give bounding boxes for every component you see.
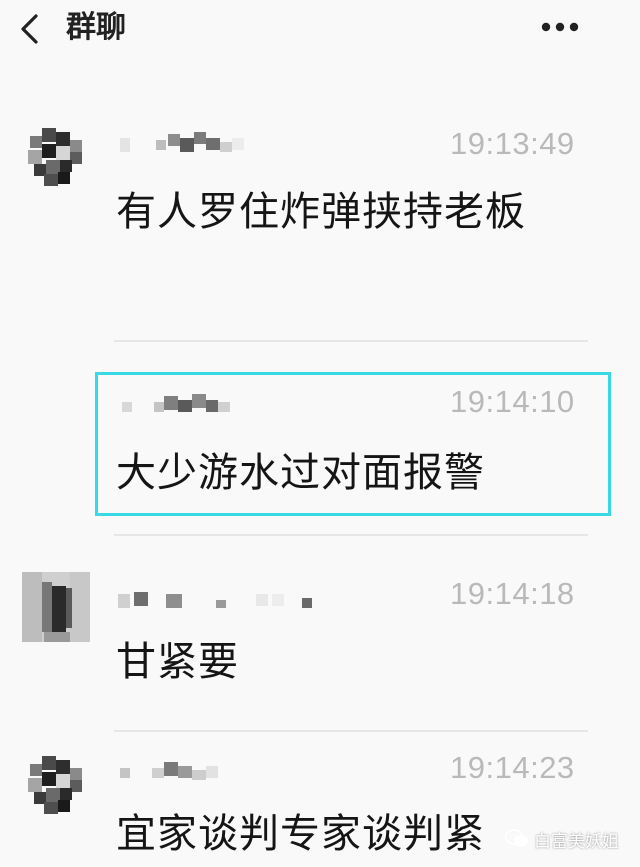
- back-button[interactable]: [14, 12, 48, 46]
- divider: [114, 340, 588, 342]
- more-horizontal-icon: [541, 22, 579, 32]
- wechat-icon: [504, 829, 528, 847]
- message-text[interactable]: 有人罗住炸弹挟持老板: [116, 183, 586, 241]
- avatar[interactable]: [22, 572, 90, 642]
- chat-title: 群聊: [66, 10, 126, 45]
- avatar[interactable]: [22, 122, 90, 192]
- watermark: 白富美妖姐: [504, 824, 619, 854]
- avatar[interactable]: [22, 750, 90, 820]
- message-time: 19:14:23: [450, 750, 575, 785]
- message-time: 19:14:18: [450, 576, 575, 611]
- message-text[interactable]: 甘紧要: [116, 633, 586, 691]
- more-button[interactable]: [534, 14, 586, 40]
- watermark-text: 白富美妖姐: [534, 831, 619, 852]
- sender-name-blurred: [116, 756, 256, 788]
- message-time: 19:13:49: [450, 126, 575, 161]
- highlight-box: [95, 372, 611, 516]
- chat-header: 群聊: [0, 0, 640, 62]
- divider: [114, 730, 588, 732]
- chevron-left-icon: [21, 14, 38, 44]
- divider: [114, 534, 588, 536]
- sender-name-blurred: [116, 128, 256, 160]
- sender-name-blurred: [116, 584, 312, 616]
